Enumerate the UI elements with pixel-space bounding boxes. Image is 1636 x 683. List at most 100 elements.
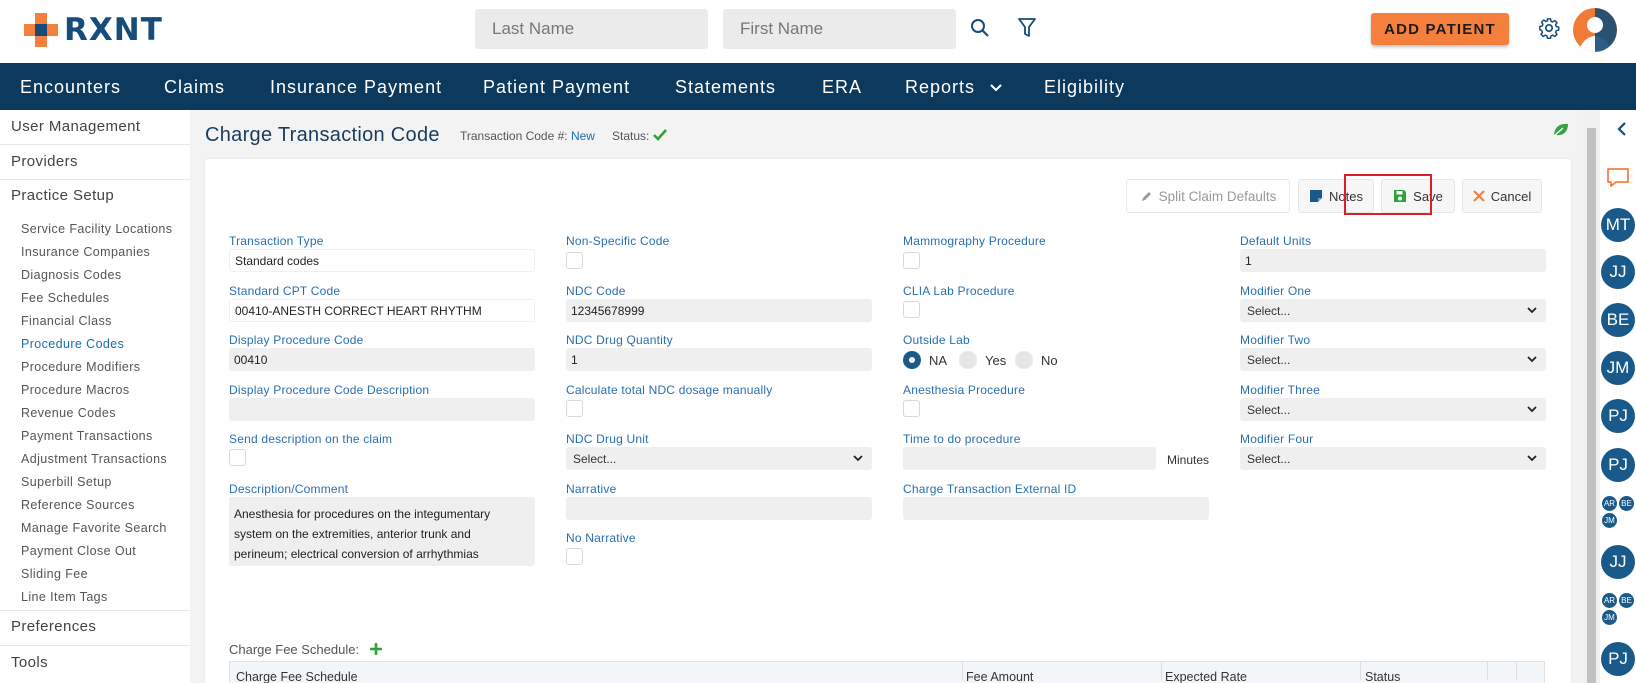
display-procedure-code-input[interactable]: 00410 — [229, 348, 535, 371]
user-bubble-pj[interactable]: PJ — [1601, 399, 1635, 433]
sidebar-providers[interactable]: Providers — [11, 153, 78, 170]
last-name-input[interactable] — [475, 9, 708, 49]
nav-era[interactable]: ERA — [822, 77, 862, 98]
anesthesia-procedure-checkbox[interactable] — [903, 400, 920, 417]
sidebar-item-sliding-fee[interactable]: Sliding Fee — [21, 567, 88, 581]
modifier-four-select[interactable]: Select... — [1240, 447, 1546, 470]
user-bubble-ar[interactable]: AR — [1602, 593, 1617, 608]
description-comment-textarea[interactable]: Anesthesia for procedures on the integum… — [229, 497, 535, 566]
ndc-drug-unit-select[interactable]: Select... — [566, 447, 872, 470]
user-bubble-pj[interactable]: PJ — [1601, 448, 1635, 482]
sidebar-preferences[interactable]: Preferences — [11, 618, 96, 635]
modifier-four-label: Modifier Four — [1240, 432, 1314, 446]
sidebar-item-procedure-codes[interactable]: Procedure Codes — [21, 337, 124, 351]
nav-claims[interactable]: Claims — [164, 77, 225, 98]
sidebar-item-reference-sources[interactable]: Reference Sources — [21, 498, 135, 512]
nav-statements[interactable]: Statements — [675, 77, 776, 98]
search-icon[interactable] — [966, 14, 994, 42]
ndc-code-input[interactable]: 12345678999 — [566, 299, 872, 322]
add-patient-button[interactable]: ADD PATIENT — [1371, 13, 1509, 45]
default-units-label: Default Units — [1240, 234, 1312, 248]
user-bubble-be[interactable]: BE — [1619, 593, 1634, 608]
nav-eligibility[interactable]: Eligibility — [1044, 77, 1125, 98]
sidebar-item-diagnosis-codes[interactable]: Diagnosis Codes — [21, 268, 122, 282]
sidebar-item-procedure-modifiers[interactable]: Procedure Modifiers — [21, 360, 140, 374]
sidebar-item-financial-class[interactable]: Financial Class — [21, 314, 112, 328]
sidebar-item-line-item-tags[interactable]: Line Item Tags — [21, 590, 108, 604]
nav-insurance-payment[interactable]: Insurance Payment — [270, 77, 442, 98]
modifier-two-select[interactable]: Select... — [1240, 348, 1546, 371]
user-bubble-be[interactable]: BE — [1601, 303, 1635, 337]
user-bubble-jj[interactable]: JJ — [1601, 255, 1635, 289]
user-bubble-jm[interactable]: JM — [1602, 513, 1617, 528]
scrollbar-thumb[interactable] — [1587, 128, 1596, 683]
column-header-fee-amount[interactable]: Fee Amount — [966, 670, 1033, 683]
outside-lab-radio-na[interactable] — [903, 351, 921, 369]
sidebar-item-revenue-codes[interactable]: Revenue Codes — [21, 406, 116, 420]
plus-icon[interactable] — [369, 642, 383, 656]
sidebar-item-payment-transactions[interactable]: Payment Transactions — [21, 429, 153, 443]
sidebar-user-management[interactable]: User Management — [11, 118, 140, 135]
chevron-down-icon — [853, 455, 863, 462]
filter-icon[interactable] — [1013, 14, 1041, 42]
modifier-three-select[interactable]: Select... — [1240, 398, 1546, 421]
sidebar-item-adjustment-transactions[interactable]: Adjustment Transactions — [21, 452, 167, 466]
main-nav: Encounters Claims Insurance Payment Pati… — [0, 63, 1636, 110]
outside-lab-radio-no[interactable] — [1015, 351, 1033, 369]
nav-reports[interactable]: Reports — [905, 77, 1002, 98]
outside-lab-radio-yes[interactable] — [959, 351, 977, 369]
user-bubble-ar[interactable]: AR — [1602, 496, 1617, 511]
split-claim-defaults-button[interactable]: Split Claim Defaults — [1126, 179, 1290, 213]
sidebar-tools[interactable]: Tools — [11, 654, 48, 671]
rxnt-logo[interactable]: RXNT — [22, 10, 163, 50]
user-bubble-pj[interactable]: PJ — [1601, 642, 1635, 676]
sidebar-practice-setup[interactable]: Practice Setup — [11, 187, 114, 204]
sidebar: User Management Providers Practice Setup… — [0, 110, 190, 683]
leaf-icon[interactable] — [1552, 122, 1570, 138]
user-bubble-be[interactable]: BE — [1619, 496, 1634, 511]
display-procedure-description-input[interactable] — [229, 398, 535, 421]
transaction-type-field[interactable]: Standard codes — [229, 249, 535, 272]
sidebar-item-insurance-companies[interactable]: Insurance Companies — [21, 245, 150, 259]
nav-patient-payment[interactable]: Patient Payment — [483, 77, 630, 98]
send-description-checkbox[interactable] — [229, 449, 246, 466]
calculate-ndc-checkbox[interactable] — [566, 400, 583, 417]
sidebar-item-manage-favorite-search[interactable]: Manage Favorite Search — [21, 521, 167, 535]
column-divider — [1516, 662, 1517, 680]
sidebar-item-superbill-setup[interactable]: Superbill Setup — [21, 475, 112, 489]
column-header-charge-fee-schedule[interactable]: Charge Fee Schedule — [236, 670, 358, 683]
sidebar-item-procedure-macros[interactable]: Procedure Macros — [21, 383, 130, 397]
no-narrative-checkbox[interactable] — [566, 548, 583, 565]
chevron-left-icon[interactable] — [1616, 122, 1628, 136]
column-header-status[interactable]: Status — [1365, 670, 1400, 683]
user-bubble-jj[interactable]: JJ — [1601, 545, 1635, 579]
non-specific-code-label: Non-Specific Code — [566, 234, 670, 248]
outside-lab-yes-label: Yes — [985, 353, 1007, 368]
user-bubble-jm[interactable]: JM — [1601, 351, 1635, 385]
time-to-do-procedure-input[interactable] — [903, 447, 1156, 470]
chat-icon[interactable] — [1606, 167, 1630, 189]
column-header-expected-rate[interactable]: Expected Rate — [1165, 670, 1247, 683]
sidebar-item-payment-close-out[interactable]: Payment Close Out — [21, 544, 136, 558]
user-avatar[interactable] — [1573, 8, 1617, 52]
user-bubble-jm[interactable]: JM — [1602, 610, 1617, 625]
sidebar-item-fee-schedules[interactable]: Fee Schedules — [21, 291, 110, 305]
sidebar-item-service-facility-locations[interactable]: Service Facility Locations — [21, 222, 172, 236]
mammography-checkbox[interactable] — [903, 252, 920, 269]
cancel-button[interactable]: Cancel — [1462, 179, 1542, 213]
gear-icon[interactable] — [1535, 14, 1563, 42]
nav-encounters[interactable]: Encounters — [20, 77, 121, 98]
default-units-input[interactable]: 1 — [1240, 249, 1546, 272]
standard-cpt-field[interactable]: 00410-ANESTH CORRECT HEART RHYTHM — [229, 299, 535, 322]
non-specific-code-checkbox[interactable] — [566, 252, 583, 269]
split-claim-defaults-label: Split Claim Defaults — [1158, 188, 1277, 204]
clia-lab-checkbox[interactable] — [903, 301, 920, 318]
outside-lab-no-label: No — [1041, 353, 1058, 368]
user-bubble-mt[interactable]: MT — [1601, 208, 1635, 242]
ndc-drug-unit-value: Select... — [573, 451, 617, 466]
first-name-input[interactable] — [723, 9, 956, 49]
ndc-drug-quantity-input[interactable]: 1 — [566, 348, 872, 371]
narrative-input[interactable] — [566, 497, 872, 520]
modifier-one-select[interactable]: Select... — [1240, 299, 1546, 322]
external-id-input[interactable] — [903, 497, 1209, 520]
